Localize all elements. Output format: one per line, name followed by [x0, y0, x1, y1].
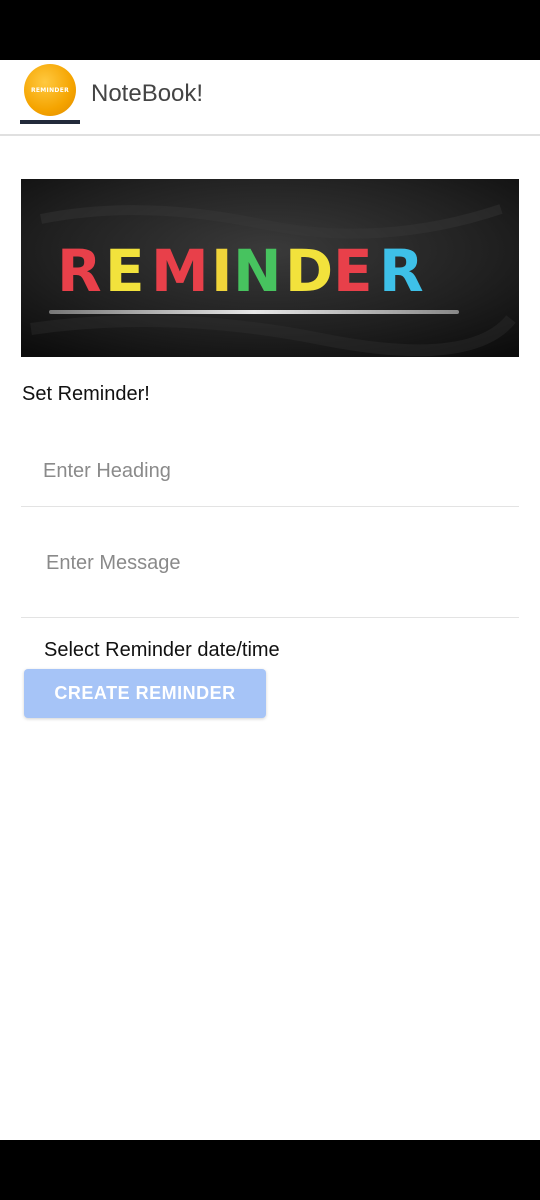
app-title: NoteBook! — [91, 80, 204, 107]
logo-text: REMINDER — [30, 86, 70, 94]
status-bar — [0, 0, 540, 60]
hero-letter: E — [333, 237, 373, 305]
chalkboard-illustration: REMINDER — [21, 179, 519, 357]
chalk-line — [49, 310, 459, 314]
hero-letter: M — [151, 237, 209, 305]
app-bar: REMINDER NoteBook! — [0, 60, 540, 136]
heading-input[interactable] — [21, 440, 519, 507]
message-input[interactable] — [21, 530, 519, 618]
navigation-bar — [0, 1140, 540, 1200]
create-reminder-button[interactable]: CREATE REMINDER — [24, 669, 266, 718]
reminder-banner-image: REMINDER — [21, 179, 519, 357]
app-logo[interactable]: REMINDER — [20, 64, 80, 126]
hero-letter: E — [105, 237, 145, 305]
reminder-datetime-picker[interactable]: Select Reminder date/time — [44, 639, 280, 662]
hero-letter: R — [57, 237, 102, 305]
tab-indicator — [20, 120, 80, 124]
screen: REMINDER NoteBook! REM I N D E R Set Rem… — [0, 0, 540, 1200]
reminder-logo-icon: REMINDER — [24, 64, 76, 116]
hero-letter: R — [379, 237, 424, 305]
set-reminder-title: Set Reminder! — [22, 383, 150, 405]
hero-letter: D — [285, 237, 333, 305]
hero-letter: I — [211, 237, 233, 305]
hero-text: REMINDER — [57, 237, 424, 305]
hero-letter: N — [233, 237, 282, 305]
